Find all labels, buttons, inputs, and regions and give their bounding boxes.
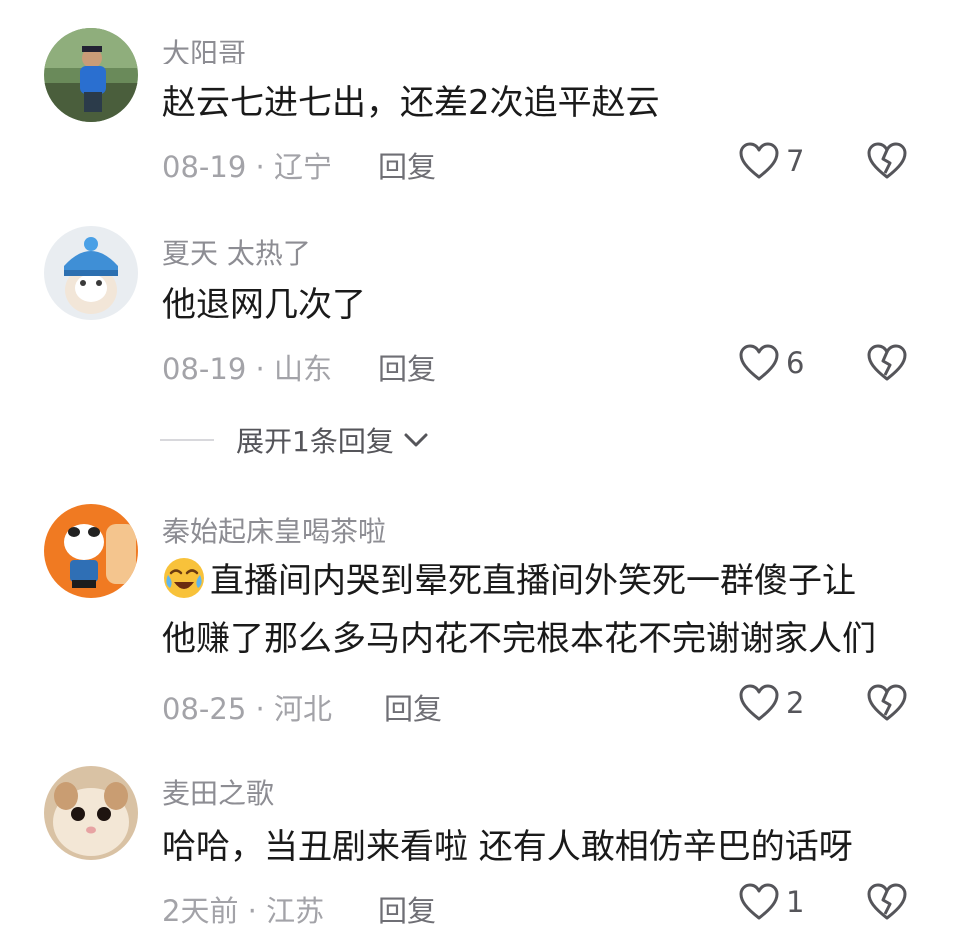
broken-heart-icon[interactable]: [866, 343, 908, 383]
comment-date: 08-19: [162, 150, 247, 184]
avatar[interactable]: [44, 504, 138, 598]
meta-separator: ·: [246, 352, 274, 386]
comment-text: 他退网几次了: [162, 285, 366, 325]
heart-outline-icon: [739, 344, 779, 381]
meta-separator: ·: [246, 150, 274, 184]
comment-date: 08-19: [162, 352, 247, 386]
comment-date: 2天前: [162, 894, 239, 928]
like-count: 1: [786, 885, 805, 919]
comment-text: 直播间内哭到晕死直播间外笑死一群傻子让 他赚了那么多马内花不完根本花不完谢谢家人…: [162, 552, 932, 668]
comment-location: 辽宁: [273, 150, 332, 184]
avatar[interactable]: [44, 766, 138, 860]
divider-line: [160, 439, 214, 441]
comment-location: 江苏: [266, 894, 325, 928]
reply-button[interactable]: 回复: [384, 686, 442, 728]
heart-outline-icon: [739, 684, 779, 721]
broken-heart-icon[interactable]: [866, 141, 908, 181]
crying-laughing-emoji-icon: [164, 558, 204, 598]
like-button[interactable]: 2: [738, 681, 804, 725]
comment-meta: 2天前 · 江苏: [162, 888, 324, 930]
comment-location: 山东: [273, 352, 332, 386]
broken-heart-icon[interactable]: [866, 683, 908, 723]
like-button[interactable]: 7: [738, 139, 804, 183]
heart-outline-icon: [739, 142, 779, 179]
comment-text-line: 直播间内哭到晕死直播间外笑死一群傻子让: [162, 552, 932, 610]
comment-text: 赵云七进七出，还差2次追平赵云: [162, 83, 660, 123]
reply-button[interactable]: 回复: [378, 346, 436, 388]
heart-outline-icon: [739, 883, 779, 920]
meta-separator: ·: [246, 692, 274, 726]
comment-text-line1: 直播间内哭到晕死直播间外笑死一群傻子让: [210, 561, 856, 601]
like-count: 2: [786, 686, 805, 720]
reply-button[interactable]: 回复: [378, 888, 436, 930]
comment-text-line2: 他赚了那么多马内花不完根本花不完谢谢家人们: [162, 619, 876, 659]
reply-button[interactable]: 回复: [378, 144, 436, 186]
like-count: 6: [786, 346, 805, 380]
comment-meta: 08-19 · 辽宁: [162, 144, 332, 186]
comment-date: 08-25: [162, 692, 247, 726]
comment-meta: 08-25 · 河北: [162, 686, 332, 728]
like-button[interactable]: 1: [738, 880, 804, 924]
comment-text: 哈哈，当丑剧来看啦 还有人敢相仿辛巴的话呀: [162, 827, 853, 867]
meta-separator: ·: [238, 894, 267, 928]
comment-meta: 08-19 · 山东: [162, 346, 332, 388]
avatar[interactable]: [44, 28, 138, 122]
comment-username[interactable]: 麦田之歌: [162, 772, 274, 812]
expand-replies-button[interactable]: 展开1条回复: [160, 418, 430, 462]
chevron-down-icon: [404, 433, 428, 447]
avatar[interactable]: [44, 226, 138, 320]
like-count: 7: [786, 144, 805, 178]
broken-heart-icon[interactable]: [866, 882, 908, 922]
comment-location: 河北: [273, 692, 332, 726]
comment-username[interactable]: 夏天 太热了: [162, 232, 311, 272]
like-button[interactable]: 6: [738, 341, 804, 385]
expand-replies-label: 展开1条回复: [236, 425, 394, 458]
comment-username[interactable]: 秦始起床皇喝茶啦: [162, 510, 386, 550]
comment-username[interactable]: 大阳哥: [162, 32, 246, 64]
